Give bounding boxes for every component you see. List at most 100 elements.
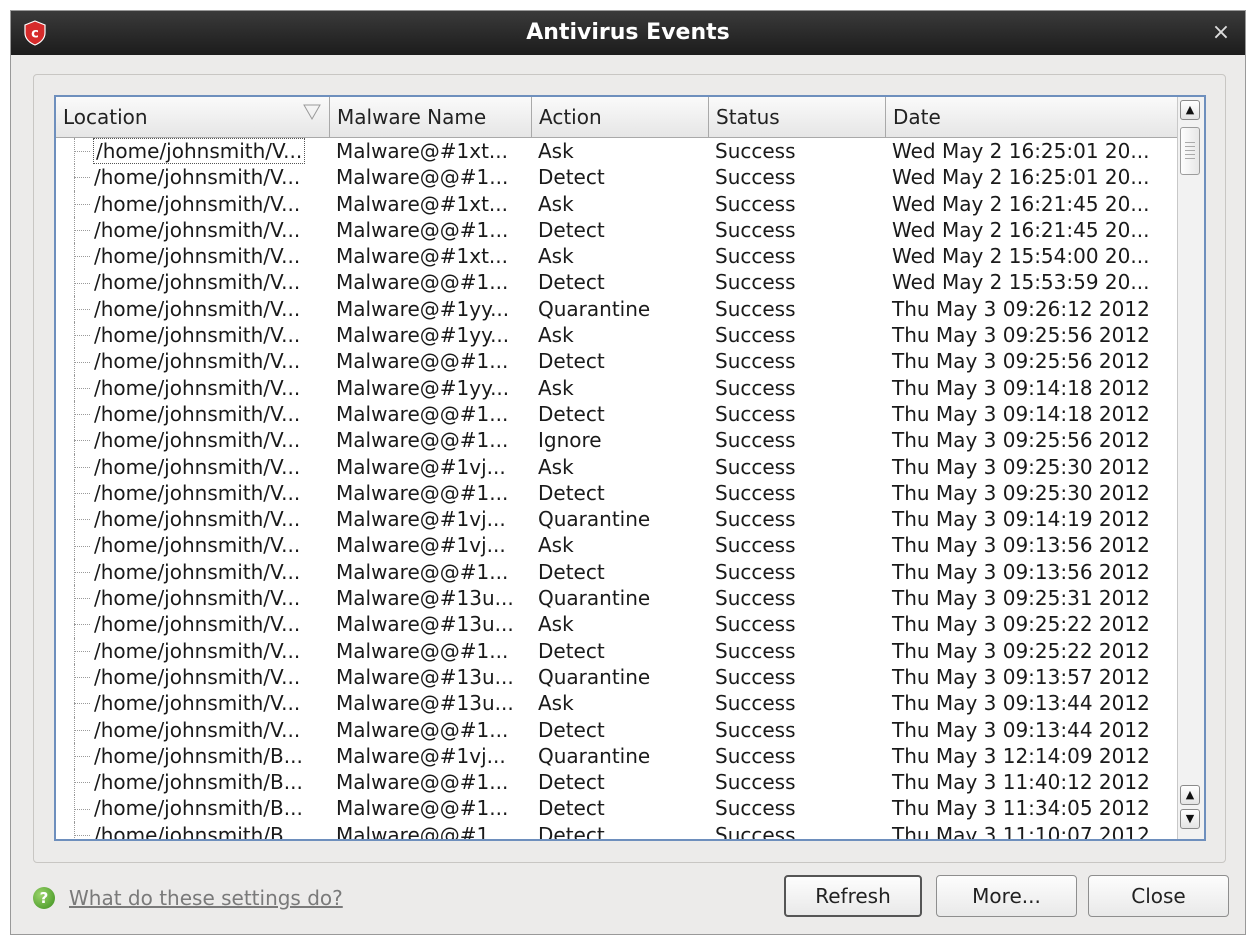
cell-text: Thu May 3 09:13:44 2012: [892, 691, 1150, 716]
table-row[interactable]: /home/johnsmith/V... Malware@#1xt... Ask Su…: [56, 190, 1180, 217]
table-row[interactable]: /home/johnsmith/V... Malware@#1yy... Ask Su…: [56, 322, 1180, 349]
scroll-up-button[interactable]: ▲: [1180, 100, 1200, 120]
cell-text: Malware@@#1...: [336, 559, 509, 584]
cell-text: Malware@@#1...: [336, 401, 509, 426]
table-row[interactable]: /home/johnsmith/V... Malware@#1yy... Quara…: [56, 295, 1180, 323]
cell-text: Success: [715, 401, 796, 426]
table-row[interactable]: /home/johnsmith/V... Malware@#13u... Ask Su…: [56, 611, 1180, 638]
cell-text: Thu May 3 11:40:12 2012: [892, 770, 1150, 795]
cell-malware-name: Malware@@#1...: [330, 638, 532, 664]
cell-text: Success: [715, 717, 796, 742]
cell-text: Ask: [538, 244, 574, 269]
tree-connector: [74, 190, 92, 217]
cell-malware-name: Malware@@#1...: [330, 348, 532, 374]
table-row[interactable]: /home/johnsmith/B... Malware@@#1... Detect…: [56, 795, 1180, 822]
cell-status: Success: [709, 164, 886, 190]
cell-text: Quarantine: [538, 507, 651, 532]
table-row[interactable]: /home/johnsmith/V... Malware@@#1... Detect…: [56, 400, 1180, 428]
cell-text: Detect: [538, 559, 605, 584]
cell-status: Success: [709, 427, 886, 453]
column-header-location[interactable]: Location: [56, 97, 330, 137]
cell-status: Success: [709, 348, 886, 374]
more-button[interactable]: More...: [936, 875, 1077, 917]
cell-text: Malware@@#1...: [336, 270, 509, 295]
cell-action: Ask: [532, 191, 709, 217]
table-row[interactable]: /home/johnsmith/V... Malware@@#1... Detect…: [56, 558, 1180, 586]
cell-date: Wed May 2 16:25:01 20...: [886, 164, 1180, 190]
cell-malware-name: Malware@@#1...: [330, 401, 532, 427]
table-row[interactable]: /home/johnsmith/V... Malware@@#1... Detect…: [56, 348, 1180, 375]
table-row[interactable]: /home/johnsmith/V... Malware@#1yy... Ask Su…: [56, 374, 1180, 401]
cell-text: /home/johnsmith/B...: [94, 822, 303, 841]
cell-action: Ask: [532, 243, 709, 269]
refresh-button[interactable]: Refresh: [784, 875, 922, 917]
table-row[interactable]: /home/johnsmith/B... Malware@#1vj... Quara…: [56, 742, 1180, 770]
table-row[interactable]: /home/johnsmith/V... Malware@#13u... Quara…: [56, 663, 1180, 691]
table-row[interactable]: /home/johnsmith/V... Malware@@#1... Detect…: [56, 637, 1180, 664]
table-row[interactable]: /home/johnsmith/V... Malware@@#1... Detect…: [56, 479, 1180, 507]
cell-text: Malware@@#1...: [336, 349, 509, 374]
cell-text: /home/johnsmith/V...: [94, 349, 301, 374]
table-row[interactable]: /home/johnsmith/V... Malware@@#1... Detect…: [56, 216, 1180, 244]
column-header-malware-name[interactable]: Malware Name: [330, 97, 532, 137]
cell-text: Success: [715, 507, 796, 532]
table-row[interactable]: /home/johnsmith/V... Malware@@#1... Ignore…: [56, 427, 1180, 454]
tree-connector: [74, 427, 92, 454]
scroll-up-button-bottom[interactable]: ▲: [1180, 785, 1200, 805]
cell-action: Detect: [532, 822, 709, 839]
column-header-date[interactable]: Date: [886, 97, 1180, 137]
table-row[interactable]: /home/johnsmith/V... Malware@#1vj... Ask Su…: [56, 453, 1180, 480]
tree-connector: [74, 348, 92, 375]
cell-action: Quarantine: [532, 506, 709, 532]
cell-status: Success: [709, 559, 886, 585]
tree-connector: [74, 742, 92, 770]
table-row[interactable]: /home/johnsmith/V... Malware@#1xt... Ask Su…: [56, 138, 1180, 165]
cell-text: Malware@#1xt...: [336, 244, 509, 269]
cell-action: Detect: [532, 348, 709, 374]
table-row[interactable]: /home/johnsmith/V... Malware@#1xt... Ask Su…: [56, 243, 1180, 270]
table-row[interactable]: /home/johnsmith/V... Malware@@#1... Detect…: [56, 269, 1180, 296]
cell-text: /home/johnsmith/V...: [94, 165, 301, 190]
column-header-action[interactable]: Action: [532, 97, 709, 137]
cell-text: Success: [715, 375, 796, 400]
cell-text: /home/johnsmith/B...: [94, 796, 303, 821]
vertical-scrollbar[interactable]: ▲ ▲ ▼: [1177, 97, 1204, 839]
cell-text: Detect: [538, 796, 605, 821]
table-row[interactable]: /home/johnsmith/V... Malware@#13u... Ask Su…: [56, 690, 1180, 717]
cell-text: Wed May 2 16:21:45 20...: [892, 191, 1150, 216]
cell-malware-name: Malware@@#1...: [330, 559, 532, 585]
cell-action: Quarantine: [532, 585, 709, 611]
table-row[interactable]: /home/johnsmith/V... Malware@#1vj... Quara…: [56, 506, 1180, 533]
cell-status: Success: [709, 322, 886, 348]
cell-text: Thu May 3 09:25:22 2012: [892, 638, 1150, 663]
cell-text: /home/johnsmith/V...: [94, 612, 301, 637]
scroll-thumb[interactable]: [1180, 127, 1200, 175]
cell-text: Malware@@#1...: [336, 638, 509, 663]
cell-text: Thu May 3 09:25:30 2012: [892, 454, 1150, 479]
table-row[interactable]: /home/johnsmith/B... Malware@@#1... Detect…: [56, 821, 1180, 841]
cell-status: Success: [709, 769, 886, 795]
cell-status: Success: [709, 664, 886, 690]
close-button[interactable]: Close: [1088, 875, 1229, 917]
cell-status: Success: [709, 506, 886, 532]
cell-text: Ask: [538, 533, 574, 558]
cell-text: Wed May 2 16:25:01 20...: [892, 139, 1150, 163]
help-link[interactable]: What do these settings do?: [69, 886, 343, 910]
scroll-down-button[interactable]: ▼: [1180, 809, 1200, 829]
table-row[interactable]: /home/johnsmith/V... Malware@#1vj... Ask Su…: [56, 532, 1180, 559]
table-row[interactable]: /home/johnsmith/V... Malware@@#1... Detect…: [56, 716, 1180, 743]
cell-text: Thu May 3 09:25:30 2012: [892, 480, 1150, 505]
column-header-status[interactable]: Status: [709, 97, 886, 137]
cell-text: Thu May 3 09:13:57 2012: [892, 664, 1150, 689]
cell-text: /home/johnsmith/V...: [94, 586, 301, 611]
cell-malware-name: Malware@#1yy...: [330, 296, 532, 322]
close-window-icon[interactable]: ×: [1207, 19, 1235, 47]
cell-text: Quarantine: [538, 586, 651, 611]
cell-malware-name: Malware@@#1...: [330, 480, 532, 506]
cell-location: /home/johnsmith/V...: [56, 532, 330, 559]
cell-text: Malware@@#1...: [336, 480, 509, 505]
table-row[interactable]: /home/johnsmith/V... Malware@#13u... Quara…: [56, 585, 1180, 612]
cell-location: /home/johnsmith/B...: [56, 821, 330, 841]
table-row[interactable]: /home/johnsmith/V... Malware@@#1... Detect…: [56, 164, 1180, 191]
table-row[interactable]: /home/johnsmith/B... Malware@@#1... Detect…: [56, 769, 1180, 796]
